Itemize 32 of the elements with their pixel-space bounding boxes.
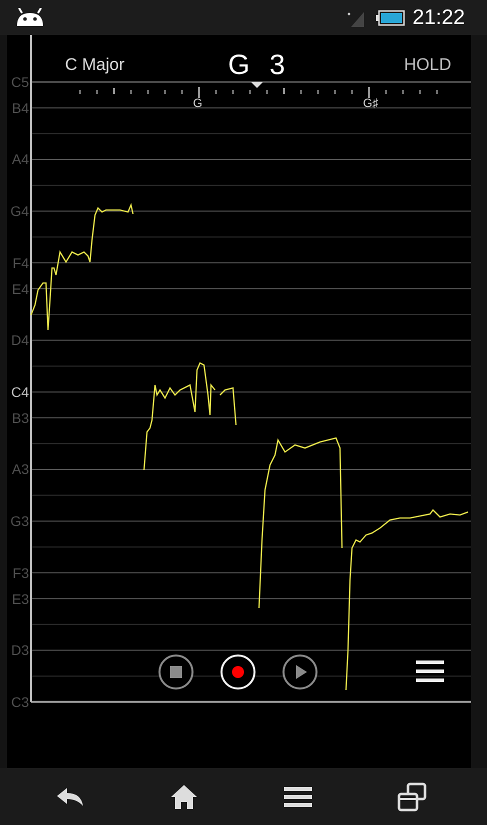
note-label: E4 (10, 280, 29, 297)
note-label: C4 (10, 384, 29, 400)
play-button[interactable] (282, 654, 318, 690)
stop-button[interactable] (158, 654, 194, 690)
note-label: G3 (9, 513, 29, 530)
tuner-note-label: G (193, 97, 202, 110)
hold-button[interactable]: HOLD (404, 55, 452, 75)
note-label: A4 (10, 151, 29, 168)
android-icon (14, 8, 46, 28)
note-label: A3 (10, 461, 29, 478)
note-label: F3 (12, 564, 29, 581)
clock-time: 21:22 (412, 4, 465, 31)
menu-icon[interactable] (284, 784, 312, 808)
note-label: E3 (10, 590, 29, 607)
note-label: F4 (12, 254, 29, 271)
note-label: G4 (9, 203, 29, 220)
note-label: D3 (10, 642, 29, 658)
back-icon[interactable] (55, 786, 85, 808)
recent-apps-icon[interactable] (396, 782, 427, 812)
menu-icon[interactable] (416, 660, 444, 682)
note-label: C5 (10, 74, 29, 90)
home-icon[interactable] (170, 784, 198, 810)
battery-icon (375, 10, 406, 26)
detected-note: G 3 (228, 50, 292, 80)
note-label: C3 (10, 694, 29, 710)
record-button[interactable] (220, 654, 256, 690)
tuner-note-label: G♯ (363, 97, 378, 110)
note-label: B4 (10, 100, 29, 116)
note-label: D4 (10, 332, 29, 348)
note-label: B3 (10, 410, 29, 426)
scale-name: C Major (65, 55, 125, 75)
pitch-pointer-icon (251, 82, 263, 88)
